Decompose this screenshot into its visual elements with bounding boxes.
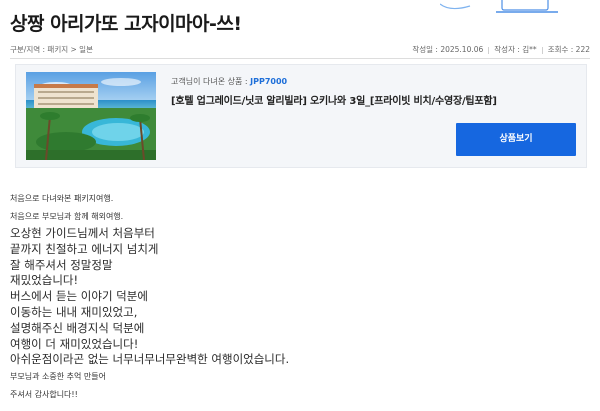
post-views: 조회수 : 222 [547, 45, 590, 54]
review-line: 끝까지 친절하고 에너지 넘치게 [10, 241, 159, 256]
review-line: 아쉬운점이라곤 없는 너무너무너무완벽한 여행이었습니다. [10, 352, 290, 367]
review-line: 재밌었습니다! [10, 273, 79, 288]
review-line: 주셔서 감사합니다!! [10, 390, 78, 400]
product-card: 고객님이 다녀온 상품 : JPP7000 [호텔 업그레이드/닛코 알리빌라]… [15, 64, 587, 168]
product-image[interactable] [26, 72, 156, 160]
post-author: 작성자 : 김** [494, 45, 537, 54]
review-line: 버스에서 듣는 이야기 덕분에 [10, 289, 148, 304]
product-name[interactable]: [호텔 업그레이드/닛코 알리빌라] 오키나와 3일_[프라이빗 비치/수영장/… [171, 92, 497, 107]
meta-divider [10, 58, 590, 59]
breadcrumb: 구분/지역 : 패키지 > 일본 [10, 45, 93, 54]
product-label-prefix: 고객님이 다녀온 상품 : [171, 77, 251, 86]
page-title: 상짱 아리가또 고자이마아-쓰! [10, 13, 242, 35]
view-product-button[interactable]: 상품보기 [456, 123, 576, 156]
review-line: 여행이 더 재미있었습니다! [10, 336, 139, 351]
review-line: 처음으로 다녀와본 패키지여행. [10, 194, 114, 203]
review-body: 처음으로 다녀와본 패키지여행. 처음으로 부모님과 함께 해외여행. 오상현 … [10, 190, 570, 404]
review-line: 설명해주신 배경지식 덕분에 [10, 320, 145, 335]
post-meta-info: 작성일 : 2025.10.06 작성자 : 김** 조회수 : 222 [412, 44, 590, 55]
post-date: 작성일 : 2025.10.06 [412, 45, 484, 54]
review-line: 잘 해주셔서 정말정말 [10, 257, 113, 272]
meta-separator [541, 46, 543, 54]
header-illustration [440, 0, 558, 13]
post-meta-row: 구분/지역 : 패키지 > 일본 작성일 : 2025.10.06 작성자 : 김… [10, 40, 590, 56]
review-line: 처음으로 부모님과 함께 해외여행. [10, 212, 124, 221]
meta-separator [488, 46, 490, 54]
product-code: JPP7000 [250, 77, 288, 86]
review-line: 오상현 가이드님께서 처음부터 [10, 226, 155, 240]
review-line: 부모님과 소중한 추억 만들어 [10, 372, 106, 382]
review-line: 이동하는 내내 재미있었고, [10, 304, 138, 319]
product-label: 고객님이 다녀온 상품 : JPP7000 [171, 76, 287, 87]
